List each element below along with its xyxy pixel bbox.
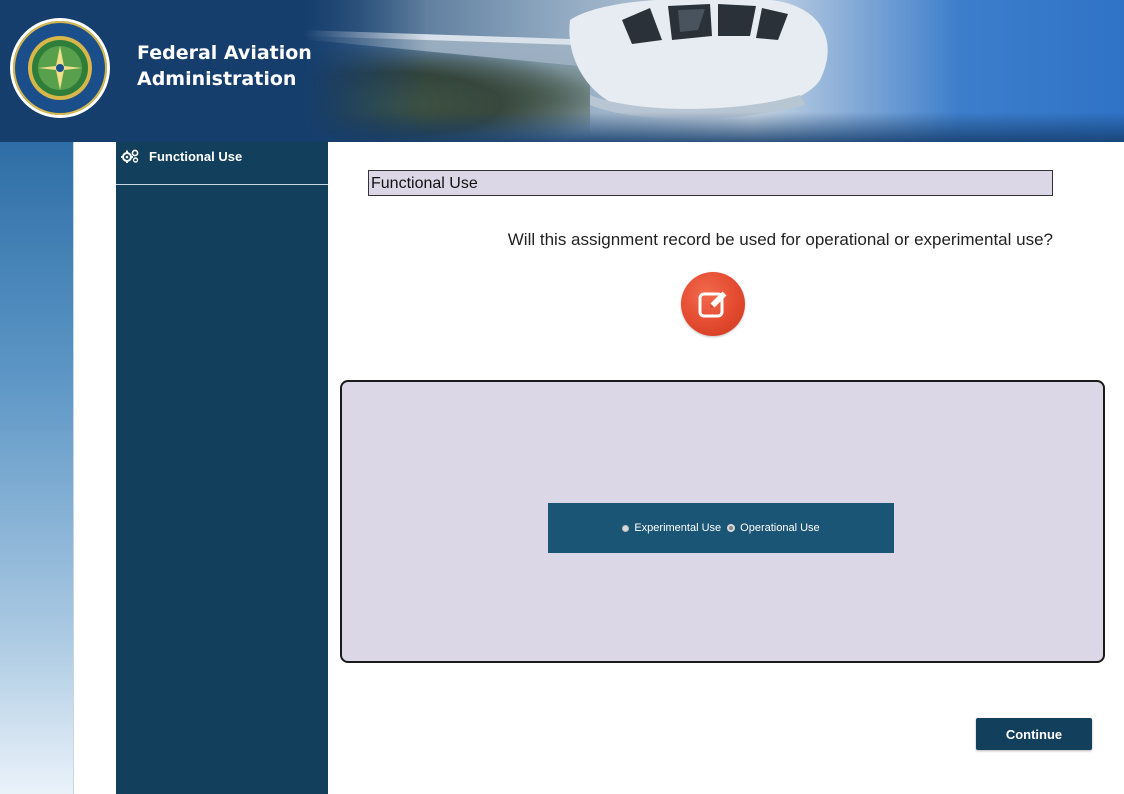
left-decorative-strip [0, 142, 73, 794]
radio-label-experimental: Experimental Use [634, 522, 722, 534]
left-gutter [73, 142, 117, 794]
faa-seal-icon [10, 18, 110, 118]
agency-name-line2: Administration [137, 68, 297, 90]
site-header: Federal Aviation Administration [0, 0, 1124, 142]
continue-button[interactable]: Continue [976, 718, 1092, 750]
edit-pencil-icon [698, 291, 727, 318]
radio-button-experimental[interactable] [622, 524, 630, 532]
sidebar-item-functional-use[interactable]: Functional Use [116, 142, 328, 185]
use-type-radio-group: Experimental Use Operational Use [548, 503, 894, 553]
radio-experimental-use[interactable]: Experimental Use [622, 522, 721, 534]
banner-bottom-band [0, 112, 1124, 142]
sidebar-nav: Functional Use [116, 142, 328, 794]
agency-name-line1: Federal Aviation [137, 42, 312, 64]
agency-name: Federal Aviation Administration [137, 40, 337, 92]
question-label: Will this assignment record be used for … [507, 230, 1053, 249]
radio-operational-use[interactable]: Operational Use [727, 522, 820, 534]
edit-button[interactable] [681, 272, 745, 336]
gears-icon [121, 149, 139, 163]
question-text: Will this assignment record be used for … [340, 230, 1105, 250]
section-title: Functional Use [368, 170, 1053, 196]
sidebar-item-label: Functional Use [149, 148, 243, 164]
radio-button-operational[interactable] [727, 524, 736, 532]
options-panel: Experimental Use Operational Use [340, 380, 1105, 663]
radio-label-operational: Operational Use [740, 522, 820, 534]
